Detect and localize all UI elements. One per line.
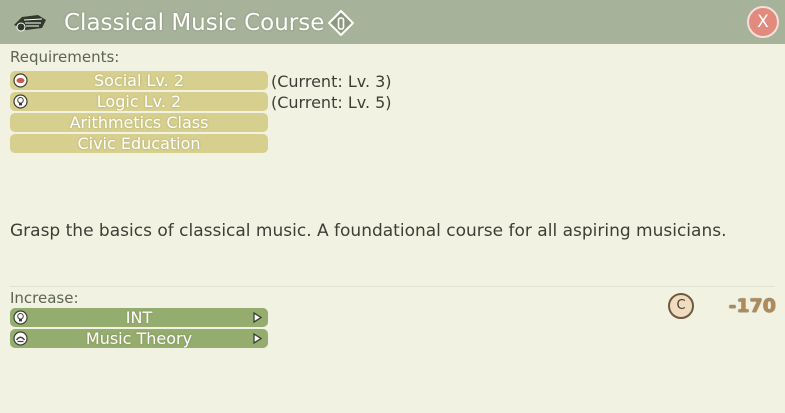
- lightbulb-icon: [13, 310, 28, 325]
- increase-item-label: Music Theory: [85, 329, 193, 348]
- current-level: (Current: Lv. 3): [271, 72, 392, 91]
- requirement-label: Logic Lv. 2: [96, 92, 182, 111]
- increase-int[interactable]: INT: [10, 308, 268, 327]
- cost-value: -170: [728, 295, 776, 317]
- requirement-label: Arithmetics Class: [69, 113, 209, 132]
- play-triangle-icon: [253, 312, 262, 323]
- increase-label: Increase:: [10, 289, 79, 307]
- close-button[interactable]: X: [747, 6, 779, 38]
- info-diamond-icon[interactable]: [328, 10, 354, 36]
- requirement-label: Civic Education: [77, 134, 201, 153]
- current-level: (Current: Lv. 5): [271, 93, 392, 112]
- requirement-arithmetics: Arithmetics Class: [10, 113, 268, 132]
- music-theory-icon: [13, 331, 28, 346]
- title-bar: Classical Music Course X: [0, 0, 785, 44]
- requirement-social: Social Lv. 2: [10, 71, 268, 90]
- requirement-label: Social Lv. 2: [93, 71, 184, 90]
- requirements-label: Requirements:: [10, 48, 120, 66]
- play-triangle-icon: [253, 333, 262, 344]
- requirement-logic: Logic Lv. 2: [10, 92, 268, 111]
- requirement-civic: Civic Education: [10, 134, 268, 153]
- course-description: Grasp the basics of classical music. A f…: [10, 221, 727, 241]
- coin-icon: C: [668, 293, 694, 319]
- instrument-icon: [14, 15, 46, 32]
- increase-music-theory[interactable]: Music Theory: [10, 329, 268, 348]
- lightbulb-icon: [13, 94, 28, 109]
- increase-item-label: INT: [125, 308, 153, 327]
- social-icon: [13, 73, 28, 88]
- page-title: Classical Music Course: [64, 10, 325, 36]
- divider: [10, 286, 775, 287]
